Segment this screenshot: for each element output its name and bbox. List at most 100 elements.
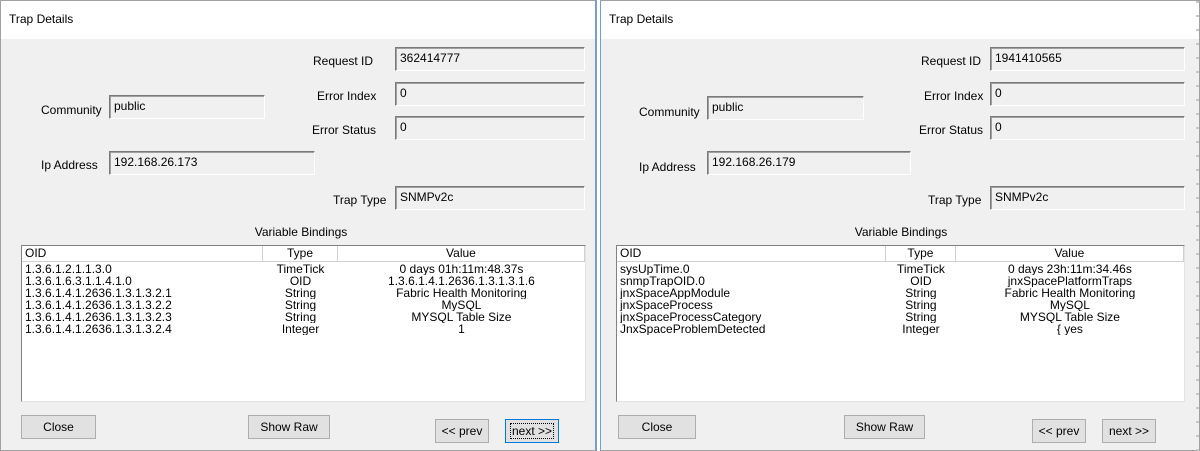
- error-index-label: Error Index: [924, 89, 984, 103]
- ip-address-field[interactable]: 192.168.26.173: [109, 151, 315, 175]
- variable-bindings-label: Variable Bindings: [854, 225, 948, 239]
- dialog-title: Trap Details: [609, 12, 674, 26]
- table-row[interactable]: 1.3.6.1.4.1.2636.1.3.1.3.2.3 String MYSQ…: [22, 311, 585, 323]
- ip-address-label: Ip Address: [639, 160, 696, 174]
- row-oid: 1.3.6.1.2.1.1.3.0: [25, 263, 112, 275]
- show-raw-button-label: Show Raw: [260, 420, 318, 434]
- request-id-field[interactable]: 1941410565: [990, 47, 1185, 71]
- row-value: MYSQL Table Size: [1019, 311, 1120, 323]
- row-value: jnxSpacePlatformTraps: [1007, 275, 1133, 287]
- row-type: String: [905, 311, 937, 323]
- row-oid: 1.3.6.1.4.1.2636.1.3.1.3.2.2: [25, 299, 172, 311]
- row-oid: 1.3.6.1.4.1.2636.1.3.1.3.2.1: [25, 287, 172, 299]
- next-button[interactable]: next >>: [1102, 419, 1156, 443]
- row-type: TimeTick: [276, 263, 325, 275]
- row-oid: JnxSpaceProblemDetected: [620, 323, 766, 335]
- trap-details-dialog-right: Trap Details Request ID 1941410565 Error…: [600, 0, 1200, 451]
- close-button[interactable]: Close: [21, 415, 96, 439]
- next-button[interactable]: next >>: [505, 419, 559, 443]
- table-body: 1.3.6.1.2.1.1.3.0 TimeTick 0 days 01h:11…: [22, 263, 585, 335]
- error-index-label: Error Index: [317, 89, 377, 103]
- error-status-label: Error Status: [919, 123, 984, 137]
- trap-type-field[interactable]: SNMPv2c: [395, 186, 585, 210]
- column-header-type[interactable]: Type: [886, 246, 956, 262]
- table-row[interactable]: jnxSpaceAppModule String Fabric Health M…: [617, 287, 1184, 299]
- row-type: OID: [289, 275, 312, 287]
- table-row[interactable]: sysUpTime.0 TimeTick 0 days 23h:11m:34.4…: [617, 263, 1184, 275]
- next-button-label: next >>: [1108, 424, 1150, 438]
- row-value: 0 days 23h:11m:34.46s: [1007, 263, 1132, 275]
- row-value: Fabric Health Monitoring: [396, 287, 527, 299]
- row-oid: jnxSpaceProcessCategory: [620, 311, 762, 323]
- row-oid: 1.3.6.1.6.3.1.1.4.1.0: [25, 275, 132, 287]
- row-type: String: [905, 299, 937, 311]
- column-header-oid[interactable]: OID: [22, 246, 264, 262]
- row-oid: 1.3.6.1.4.1.2636.1.3.1.3.2.3: [25, 311, 172, 323]
- variable-bindings-table[interactable]: OID Type Value sysUpTime.0 TimeTick 0 da…: [616, 245, 1185, 402]
- row-value: { yes: [1056, 323, 1083, 335]
- ip-address-field[interactable]: 192.168.26.179: [707, 151, 911, 175]
- table-row[interactable]: 1.3.6.1.4.1.2636.1.3.1.3.2.1 String Fabr…: [22, 287, 585, 299]
- prev-button-label: << prev: [1038, 424, 1080, 438]
- column-header-oid[interactable]: OID: [617, 246, 887, 262]
- dialog-titlebar: Trap Details: [1, 1, 595, 39]
- close-button-label: Close: [641, 420, 673, 434]
- error-status-field[interactable]: 0: [395, 116, 585, 140]
- row-oid: jnxSpaceAppModule: [620, 287, 731, 299]
- row-value: 0 days 01h:11m:48.37s: [399, 263, 524, 275]
- row-type: String: [284, 299, 317, 311]
- community-field[interactable]: public: [707, 96, 864, 120]
- community-label: Community: [639, 105, 700, 119]
- trap-details-dialog-left: Trap Details Request ID 362414777 Error …: [0, 0, 597, 451]
- row-value: 1: [458, 323, 465, 335]
- row-type: Integer: [281, 323, 320, 335]
- row-value: MYSQL Table Size: [411, 311, 512, 323]
- prev-button[interactable]: << prev: [435, 419, 489, 443]
- error-index-field[interactable]: 0: [990, 82, 1185, 106]
- column-header-value[interactable]: Value: [955, 246, 1184, 262]
- table-header: OID Type Value: [22, 246, 585, 262]
- table-row[interactable]: 1.3.6.1.6.3.1.1.4.1.0 OID 1.3.6.1.4.1.26…: [22, 275, 585, 287]
- dialog-title: Trap Details: [9, 12, 74, 26]
- table-row[interactable]: jnxSpaceProcessCategory String MYSQL Tab…: [617, 311, 1184, 323]
- ip-address-label: Ip Address: [41, 158, 98, 172]
- close-button[interactable]: Close: [618, 415, 696, 439]
- table-row[interactable]: JnxSpaceProblemDetected Integer { yes: [617, 323, 1184, 335]
- table-body: sysUpTime.0 TimeTick 0 days 23h:11m:34.4…: [617, 263, 1184, 335]
- variable-bindings-table[interactable]: OID Type Value 1.3.6.1.2.1.1.3.0 TimeTic…: [21, 245, 586, 402]
- next-button-label: next >>: [509, 423, 555, 439]
- row-type: OID: [910, 275, 932, 287]
- table-row[interactable]: snmpTrapOID.0 OID jnxSpacePlatformTraps: [617, 275, 1184, 287]
- request-id-label: Request ID: [921, 54, 982, 68]
- show-raw-button[interactable]: Show Raw: [248, 415, 330, 439]
- trap-type-label: Trap Type: [928, 193, 982, 207]
- table-row[interactable]: 1.3.6.1.2.1.1.3.0 TimeTick 0 days 01h:11…: [22, 263, 585, 275]
- trap-type-label: Trap Type: [333, 193, 387, 207]
- window-edge: [1196, 1, 1199, 451]
- error-index-field[interactable]: 0: [395, 82, 585, 106]
- row-type: Integer: [902, 323, 940, 335]
- column-header-value[interactable]: Value: [337, 246, 585, 262]
- column-header-type[interactable]: Type: [263, 246, 338, 262]
- row-value: Fabric Health Monitoring: [1004, 287, 1136, 299]
- prev-button[interactable]: << prev: [1032, 419, 1086, 443]
- show-raw-button[interactable]: Show Raw: [844, 415, 925, 439]
- table-row[interactable]: 1.3.6.1.4.1.2636.1.3.1.3.2.2 String MySQ…: [22, 299, 585, 311]
- community-field[interactable]: public: [109, 95, 265, 119]
- table-row[interactable]: 1.3.6.1.4.1.2636.1.3.1.3.2.4 Integer 1: [22, 323, 585, 335]
- variable-bindings-label: Variable Bindings: [254, 225, 348, 239]
- error-status-field[interactable]: 0: [990, 116, 1185, 140]
- prev-button-label: << prev: [441, 424, 483, 438]
- table-header: OID Type Value: [617, 246, 1184, 262]
- row-type: String: [905, 287, 937, 299]
- close-button-label: Close: [43, 420, 74, 434]
- trap-type-field[interactable]: SNMPv2c: [990, 186, 1185, 210]
- row-oid: sysUpTime.0: [620, 263, 690, 275]
- row-value: 1.3.6.1.4.1.2636.1.3.1.3.1.6: [388, 275, 535, 287]
- row-value: MySQL: [1049, 299, 1090, 311]
- table-row[interactable]: jnxSpaceProcess String MySQL: [617, 299, 1184, 311]
- request-id-label: Request ID: [313, 54, 374, 68]
- community-label: Community: [41, 103, 102, 117]
- row-value: MySQL: [441, 299, 482, 311]
- request-id-field[interactable]: 362414777: [395, 47, 585, 71]
